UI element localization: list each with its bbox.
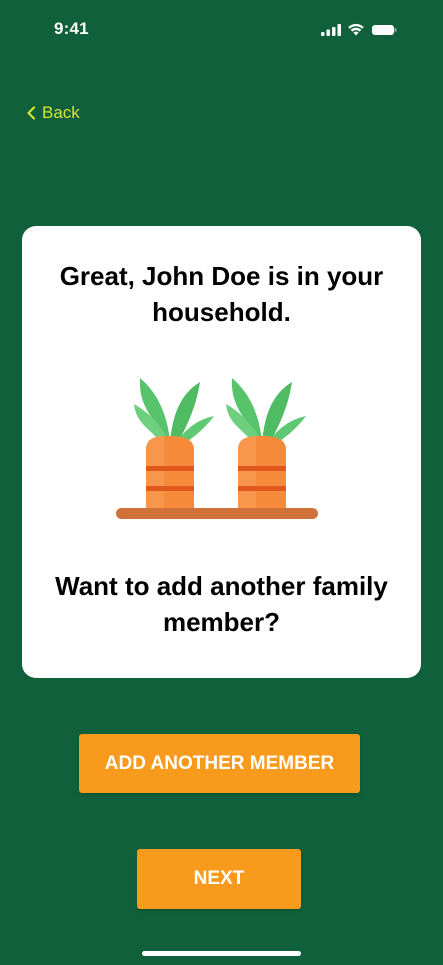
cellular-signal-icon [321,23,341,36]
confirmation-card: Great, John Doe is in your household. Wa… [22,226,421,678]
card-question: Want to add another family member? [55,571,388,637]
home-indicator[interactable] [142,951,301,956]
wifi-icon [348,23,364,36]
left-carrot-body-icon [146,436,194,510]
shelf-icon [116,508,318,519]
status-icons [321,23,397,36]
back-label: Back [42,103,80,122]
battery-icon [372,24,397,35]
card-title: Great, John Doe is in your household. [59,261,384,327]
next-button[interactable]: NEXT [137,849,301,909]
right-carrot-body-icon [238,436,286,510]
carrots-illustration [116,378,318,519]
status-time: 9:41 [54,19,89,38]
back-button[interactable]: Back [26,103,80,123]
status-bar: 9:41 [0,0,443,58]
add-another-member-button[interactable]: ADD ANOTHER MEMBER [79,734,360,793]
chevron-left-icon [27,106,36,120]
